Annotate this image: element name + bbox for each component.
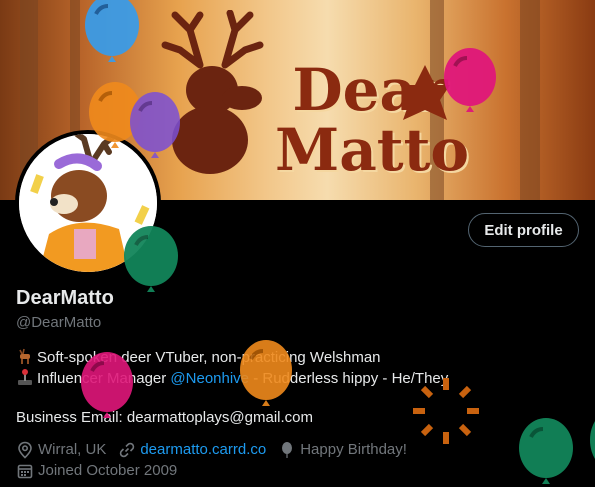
- location-text: Wirral, UK: [38, 441, 107, 458]
- calendar-icon: [17, 464, 33, 478]
- profile-bio: Soft-spoken deer VTuber, non-practicing …: [16, 347, 576, 428]
- bio-spacer: [16, 389, 576, 407]
- joined-text: Joined October 2009: [38, 462, 178, 479]
- location-item: Wirral, UK: [16, 439, 106, 460]
- website-item[interactable]: dearmatto.carrd.co: [118, 439, 266, 460]
- profile-avatar[interactable]: [15, 130, 161, 276]
- balloon-icon: [282, 441, 293, 458]
- bio-description: Soft-spoken deer VTuber, non-practicing …: [37, 349, 381, 366]
- joined-item: Joined October 2009: [16, 460, 177, 481]
- deer-avatar-icon: [19, 134, 157, 272]
- edit-profile-button[interactable]: Edit profile: [468, 213, 579, 247]
- neonhive-mention-link[interactable]: @Neonhive: [170, 370, 249, 387]
- profile-meta: Wirral, UK dearmatto.carrd.co Happy Birt…: [16, 439, 576, 481]
- leaf-icon: [400, 65, 450, 120]
- meta-row: Wirral, UK dearmatto.carrd.co Happy Birt…: [16, 439, 576, 460]
- deer-emoji-icon: [19, 348, 30, 364]
- bio-line: Soft-spoken deer VTuber, non-practicing …: [16, 347, 576, 368]
- bio-role-suffix: - Rudderless hippy - He/They: [249, 370, 449, 387]
- user-handle: @DearMatto: [16, 314, 102, 331]
- balloon-icon: [590, 420, 595, 460]
- bio-email: Business Email: dearmattoplays@gmail.com: [16, 409, 314, 426]
- meta-row: Joined October 2009: [16, 460, 576, 481]
- location-pin-icon: [18, 441, 32, 459]
- birthday-item: Happy Birthday!: [278, 439, 407, 460]
- deer-logo-icon: [161, 10, 264, 174]
- bio-line: Influencer Manager @Neonhive - Rudderles…: [16, 368, 576, 389]
- bio-role-prefix: Influencer Manager: [37, 370, 171, 387]
- link-icon: [120, 442, 135, 457]
- website-link[interactable]: dearmatto.carrd.co: [140, 439, 266, 460]
- display-name: DearMatto: [16, 287, 114, 309]
- banner-tree: [520, 0, 540, 200]
- birthday-text: Happy Birthday!: [300, 441, 407, 458]
- joystick-emoji-icon: [18, 369, 32, 385]
